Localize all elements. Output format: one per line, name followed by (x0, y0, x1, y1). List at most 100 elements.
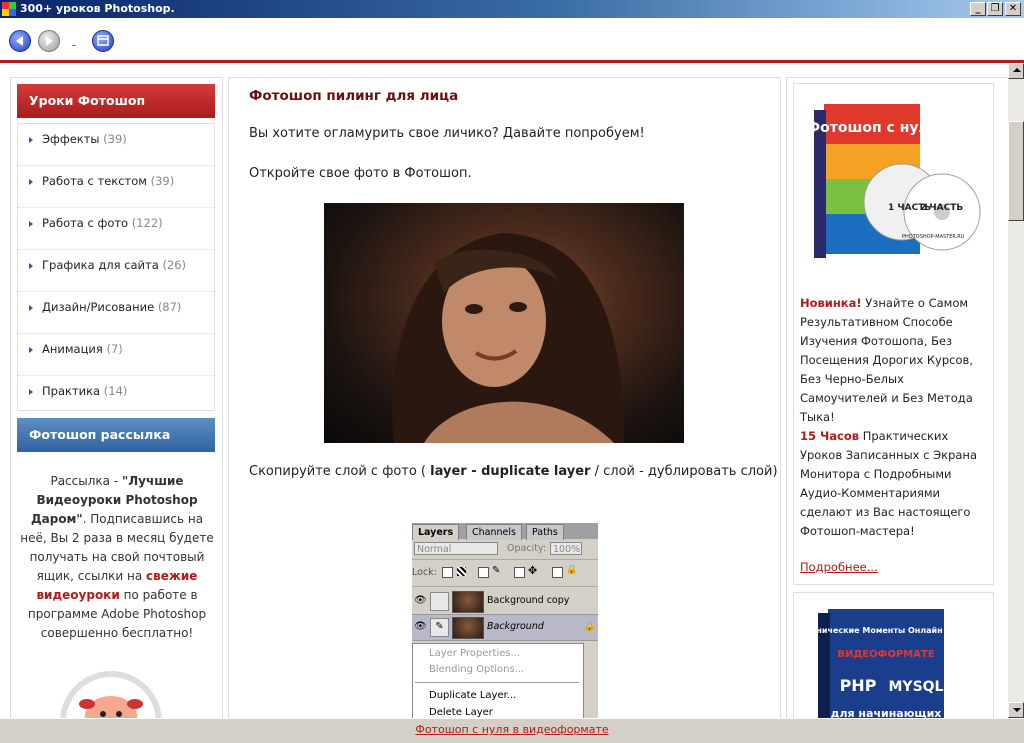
tab-layers[interactable]: Layers (412, 524, 460, 540)
category-label[interactable]: Практика (42, 384, 100, 398)
move-icon: ✥ (528, 564, 538, 577)
category-item-design[interactable]: Дизайн/Рисование (87) (18, 292, 214, 334)
dvd2-top: Все Технические Моменты Онлайн Бизнеса в (814, 626, 964, 635)
brush-icon: ✎ (430, 618, 449, 637)
lock-label: Lock: (412, 567, 437, 578)
more-link[interactable]: Подробнее... (800, 560, 878, 574)
promo-text: Узнайте о Самом Результативном Способе И… (800, 296, 973, 424)
category-count: (39) (150, 174, 175, 188)
minimize-button[interactable]: _ (970, 2, 986, 16)
bullet-icon (29, 221, 33, 227)
window-icon (97, 35, 109, 46)
home-button[interactable] (92, 30, 114, 52)
layer-row-background[interactable]: 👁 ✎ Background 🔒 (412, 615, 598, 641)
dvd-brand: PHOTOSHOP-MASTER.RU (902, 234, 965, 240)
mascot-image (60, 671, 162, 718)
nav-separator: - (72, 38, 77, 52)
eye-icon[interactable]: 👁 (414, 621, 427, 632)
lock-row: Lock: ✎ ✥ 🔒 (412, 560, 598, 587)
dvd-title-1: Фотошоп с нуля (806, 120, 937, 136)
layer-name: Background (487, 621, 544, 632)
lock-transparency-checkbox[interactable] (442, 567, 453, 578)
promo-description-2: 15 Часов Практических Уроков Записанных … (800, 427, 990, 541)
scroll-down-button[interactable] (1008, 702, 1024, 718)
lock-icon: 🔒 (584, 622, 596, 632)
portrait-illustration (392, 233, 624, 443)
layer-row-background-copy[interactable]: 👁 Background copy (412, 589, 598, 615)
bullet-icon (29, 263, 33, 269)
lock-position-checkbox[interactable] (514, 567, 525, 578)
dvd2-php: PHP (840, 676, 877, 695)
category-count: (7) (106, 342, 123, 356)
category-label[interactable]: Работа с текстом (42, 174, 147, 188)
right-sidebar: Фотошоп с нуля 1 ЧАСТЬ 2 ЧАСТЬ PHOTOSHOP… (786, 77, 1008, 718)
category-item-text[interactable]: Работа с текстом (39) (18, 166, 214, 208)
menu-item-delete-layer[interactable]: Delete Layer (429, 707, 493, 718)
menu-item-blending-options[interactable]: Blending Options... (429, 664, 524, 675)
tab-channels[interactable]: Channels (466, 524, 522, 540)
category-item-effects[interactable]: Эффекты (39) (18, 124, 214, 166)
lock-all-checkbox[interactable] (552, 567, 563, 578)
category-item-web-graphics[interactable]: Графика для сайта (26) (18, 250, 214, 292)
category-item-practice[interactable]: Практика (14) (18, 376, 214, 417)
menu-item-duplicate-layer[interactable]: Duplicate Layer... (429, 690, 516, 701)
bullet-icon (29, 179, 33, 185)
layer-context-menu: Layer Properties... Blending Options... … (412, 643, 584, 718)
back-button[interactable] (9, 30, 31, 52)
category-count: (87) (157, 300, 182, 314)
forward-button[interactable] (38, 30, 60, 52)
bullet-icon (29, 347, 33, 353)
category-label[interactable]: Анимация (42, 342, 103, 356)
eye-icon[interactable]: 👁 (414, 595, 427, 606)
category-item-animation[interactable]: Анимация (7) (18, 334, 214, 376)
menu-divider (415, 682, 579, 683)
newsletter-header: Фотошоп рассылка (17, 418, 215, 452)
promo-box-php: Все Технические Моменты Онлайн Бизнеса в… (793, 592, 994, 718)
app-icon (2, 2, 16, 16)
category-label[interactable]: Графика для сайта (42, 258, 159, 272)
php-dvd-image[interactable]: Все Технические Моменты Онлайн Бизнеса в… (814, 599, 964, 718)
portrait-photo (324, 203, 684, 443)
categories-header: Уроки Фотошоп (17, 84, 215, 118)
disc-label-2: 2 ЧАСТЬ (920, 203, 963, 213)
category-count: (14) (103, 384, 128, 398)
article-paragraph-3: Скопируйте слой с фото ( layer - duplica… (249, 464, 778, 479)
lock-icon: 🔒 (566, 565, 578, 575)
category-label[interactable]: Эффекты (42, 132, 100, 146)
promo-description: Новинка! Узнайте о Самом Результативном … (800, 294, 990, 427)
dvd-box-image[interactable]: Фотошоп с нуля 1 ЧАСТЬ 2 ЧАСТЬ PHOTOSHOP… (802, 92, 982, 276)
dvd2-bottom: для начинающих (831, 707, 942, 718)
category-item-photo[interactable]: Работа с фото (122) (18, 208, 214, 250)
category-label[interactable]: Работа с фото (42, 216, 128, 230)
window-title: 300+ уроков Photoshop. (20, 2, 175, 15)
bullet-icon (29, 389, 33, 395)
promo-box-photoshop: Фотошоп с нуля 1 ЧАСТЬ 2 ЧАСТЬ PHOTOSHOP… (793, 83, 994, 585)
newsletter-text-part: Рассылка - (50, 474, 122, 488)
layer-thumbnail (452, 617, 484, 639)
category-count: (39) (103, 132, 127, 146)
page-content: Уроки Фотошоп Эффекты (39) Работа с текс… (0, 63, 1008, 718)
opacity-input[interactable]: 100% (550, 542, 582, 555)
menu-path-text: layer - duplicate layer (430, 464, 591, 479)
menu-item-layer-properties[interactable]: Layer Properties... (429, 648, 520, 659)
layer-link-box (430, 592, 449, 611)
blend-mode-select[interactable]: Normal (414, 542, 498, 555)
category-list: Эффекты (39) Работа с текстом (39) Работ… (17, 123, 215, 411)
opacity-label: Opacity: (507, 543, 547, 554)
transparency-icon (457, 567, 466, 576)
vertical-scrollbar[interactable] (1008, 63, 1024, 718)
back-arrow-icon (16, 36, 23, 46)
lock-pixels-checkbox[interactable] (478, 567, 489, 578)
scroll-up-button[interactable] (1008, 63, 1024, 79)
tab-paths[interactable]: Paths (526, 524, 564, 540)
paragraph-text: / слой - дублировать слой) (590, 464, 778, 479)
category-label[interactable]: Дизайн/Рисование (42, 300, 154, 314)
article-paragraph-2: Откройте свое фото в Фотошоп. (249, 166, 472, 181)
status-link[interactable]: Фотошоп с нуля в видеоформате (0, 723, 1024, 736)
scroll-thumb[interactable] (1008, 121, 1024, 221)
close-button[interactable]: ✕ (1005, 2, 1021, 16)
restore-button[interactable]: ❐ (987, 2, 1003, 16)
bullet-icon (29, 305, 33, 311)
brush-icon: ✎ (492, 565, 501, 576)
window-title-bar: 300+ уроков Photoshop. _ ❐ ✕ (0, 0, 1024, 18)
